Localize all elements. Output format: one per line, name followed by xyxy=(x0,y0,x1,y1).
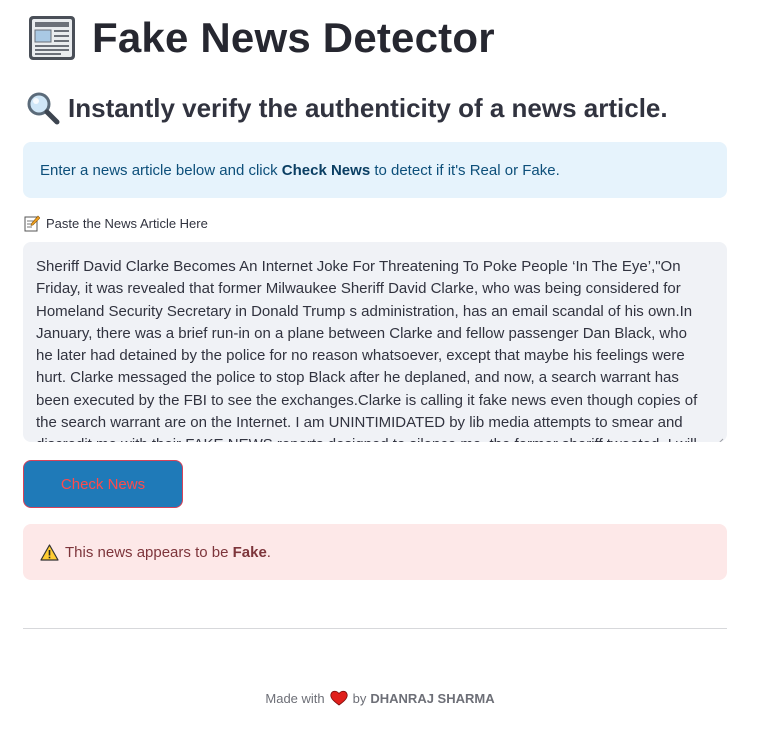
resize-handle-icon[interactable] xyxy=(715,431,724,442)
heart-icon xyxy=(330,690,348,706)
result-alert: This news appears to be Fake. xyxy=(23,524,727,580)
article-label: Paste the News Article Here xyxy=(24,215,208,232)
info-alert: Enter a news article below and click Che… xyxy=(23,142,727,198)
footer: Made with by DHANRAJ SHARMA xyxy=(0,690,760,706)
newspaper-icon xyxy=(26,13,78,63)
result-text-suffix: . xyxy=(266,543,271,561)
article-textarea[interactable]: Sheriff David Clarke Becomes An Internet… xyxy=(23,242,727,442)
article-label-text: Paste the News Article Here xyxy=(46,216,208,231)
footer-author: DHANRAJ SHARMA xyxy=(370,690,495,706)
info-text-prefix: Enter a news article below and click xyxy=(40,161,282,179)
result-text-prefix: This news appears to be xyxy=(65,543,233,561)
result-verdict: Fake xyxy=(232,543,267,561)
divider xyxy=(23,628,727,629)
footer-by: by xyxy=(352,690,367,706)
warning-icon xyxy=(40,543,59,561)
memo-icon xyxy=(24,215,41,232)
info-text-bold: Check News xyxy=(281,161,371,179)
check-news-button[interactable]: Check News xyxy=(23,460,183,508)
magnifier-icon xyxy=(26,91,60,125)
footer-prefix: Made with xyxy=(265,690,325,706)
page-title: Fake News Detector xyxy=(92,14,495,61)
subtitle: Instantly verify the authenticity of a n… xyxy=(68,92,668,123)
page-header: Fake News Detector xyxy=(26,12,495,64)
article-text: Sheriff David Clarke Becomes An Internet… xyxy=(36,258,698,442)
info-text-suffix: to detect if it's Real or Fake. xyxy=(370,161,560,179)
subheader: Instantly verify the authenticity of a n… xyxy=(26,90,668,126)
